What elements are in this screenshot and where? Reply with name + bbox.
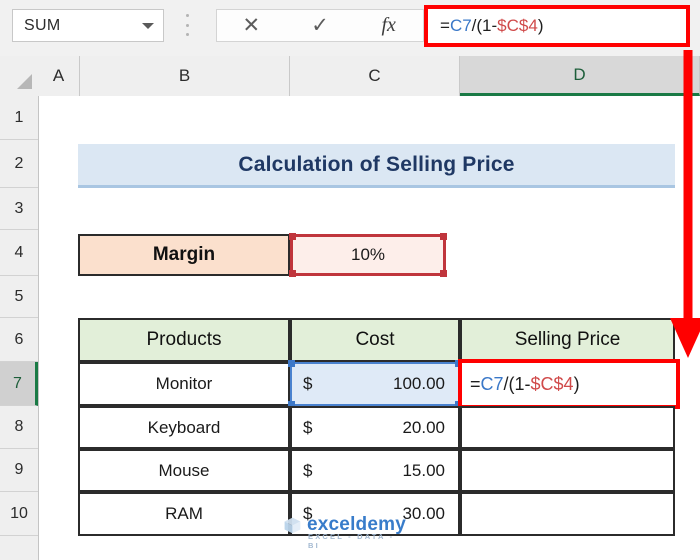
row-header-3-label: 3 [14,199,24,217]
cell-selling-price-ram[interactable] [460,492,675,536]
currency-symbol: $ [303,374,313,393]
chevron-down-icon[interactable] [142,22,154,29]
cell-cost-keyboard-value: 20.00 [402,417,445,437]
column-header-d[interactable]: D [460,56,700,96]
column-header-c-label: C [368,66,381,85]
spreadsheet-grid: Calculation of Selling Price Margin 10% … [39,96,700,560]
row-header-1-label: 1 [14,108,24,126]
formula-token: $C$4 [497,16,538,35]
row-header-4-label: 4 [14,243,24,261]
formula-action-buttons: ✕ ✓ fx [216,9,424,42]
margin-value-text: 10% [350,245,386,264]
title-text: Calculation of Selling Price [238,152,515,176]
row-header-9-label: 9 [14,461,24,478]
title-cell[interactable]: Calculation of Selling Price [78,144,675,188]
row-header-5-label: 5 [14,287,24,305]
select-all-triangle-icon [17,74,32,89]
margin-value-cell[interactable]: 10% [290,234,446,276]
currency-symbol: $ [303,460,313,480]
table-header-selling-price[interactable]: Selling Price [460,318,675,362]
cell-cost-monitor-value: 100.00 [393,374,445,393]
checkmark-icon[interactable]: ✓ [286,10,355,41]
table-row[interactable]: Monitor [78,362,290,406]
watermark: exceldemy EXCEL - DATA - BI [283,514,406,550]
select-all-corner[interactable] [0,56,39,96]
cell-product-monitor: Monitor [155,374,213,393]
cell-cost-mouse[interactable]: $ 15.00 [290,449,460,492]
cell-product-ram: RAM [165,504,203,523]
table-header-products-label: Products [146,329,222,350]
table-row[interactable]: RAM [78,492,290,536]
cell-cost-ram-value: 30.00 [402,504,445,523]
row-header-6[interactable]: 6 [0,318,38,362]
table-row[interactable]: Mouse [78,449,290,492]
table-header-selling-price-label: Selling Price [514,329,621,350]
name-box-value: SUM [24,16,61,34]
table-header-cost[interactable]: Cost [290,318,460,362]
table-header-cost-label: Cost [355,329,395,350]
formula-bar-area: SUM ✕ ✓ fx = C7/(1- $C$4) [0,0,700,57]
formula-token: /(1- [503,373,531,394]
column-header-b-label: B [178,66,191,85]
cell-product-keyboard: Keyboard [147,417,221,437]
formula-token: $C$4 [530,373,574,394]
exceldemy-logo-icon [284,517,301,533]
column-header-b[interactable]: B [80,56,290,96]
name-box[interactable]: SUM [12,9,164,42]
cell-selling-price-keyboard[interactable] [460,406,675,449]
cell-selling-price-mouse[interactable] [460,449,675,492]
editing-cell-d7[interactable]: = C7/(1- $C$4) [458,359,680,409]
margin-label-cell[interactable]: Margin [78,234,290,276]
table-row[interactable]: Keyboard [78,406,290,449]
formula-input[interactable]: = C7/(1- $C$4) [428,9,686,43]
row-header-6-label: 6 [14,330,24,348]
table-header-products[interactable]: Products [78,318,290,362]
name-box-separator [185,14,189,36]
row-header-1[interactable]: 1 [0,96,38,140]
column-header-a[interactable]: A [38,56,80,96]
row-header-7-label: 7 [13,374,22,392]
row-header-10-label: 10 [10,504,28,522]
row-header-5[interactable]: 5 [0,276,38,318]
cell-cost-mouse-value: 15.00 [402,460,445,480]
formula-token: /(1- [471,16,498,35]
column-header-a-label: A [52,66,65,85]
row-header-2[interactable]: 2 [0,140,38,188]
row-header-8[interactable]: 8 [0,406,38,449]
column-header-c[interactable]: C [290,56,460,96]
row-headers: 1 2 3 4 5 6 7 8 9 10 [0,96,39,560]
watermark-sub-text: EXCEL - DATA - BI [308,532,395,550]
row-header-7[interactable]: 7 [0,362,38,406]
row-header-4[interactable]: 4 [0,230,38,276]
row-header-3[interactable]: 3 [0,188,38,230]
row-header-2-label: 2 [14,154,24,172]
cell-product-mouse: Mouse [158,460,210,480]
margin-label-text: Margin [152,244,216,265]
formula-token: C7 [449,16,472,35]
formula-token: = [470,373,481,394]
formula-token: ) [537,16,544,35]
currency-symbol: $ [303,417,313,437]
cell-cost-keyboard[interactable]: $ 20.00 [290,406,460,449]
column-header-d-label: D [573,64,586,84]
insert-function-icon[interactable]: fx [354,10,423,41]
row-header-8-label: 8 [14,418,24,435]
formula-token: ) [573,373,580,394]
cancel-icon[interactable]: ✕ [217,10,286,41]
formula-bar-annotation-box: = C7/(1- $C$4) [424,5,690,47]
cell-cost-monitor[interactable]: $ 100.00 [290,362,460,406]
column-headers: A B C D [0,56,700,97]
formula-token: C7 [480,373,504,394]
row-header-9[interactable]: 9 [0,449,38,492]
formula-token: = [440,16,450,35]
row-header-10[interactable]: 10 [0,492,38,536]
